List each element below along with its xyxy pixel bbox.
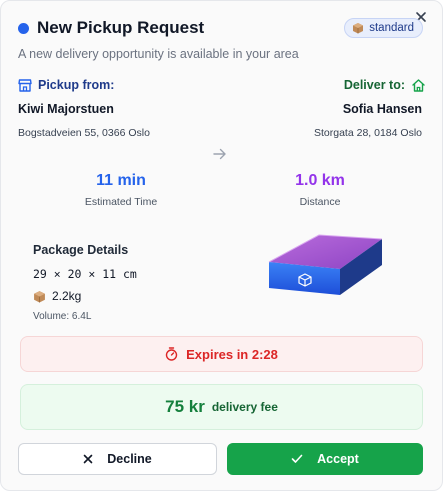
expiry-text: Expires in 2:28 — [186, 346, 278, 362]
distance-value: 1.0 km — [295, 172, 345, 189]
package-volume: Volume: 6.4L — [33, 311, 92, 322]
package-details-title: Package Details — [33, 243, 129, 257]
pickup-label: Pickup from: — [18, 78, 114, 92]
package-icon — [353, 23, 364, 34]
delivery-fee: 75 kr delivery fee — [20, 384, 423, 430]
package-icon — [34, 290, 45, 302]
route-labels: Pickup from: Deliver to: — [18, 78, 425, 94]
box-3d-icon — [268, 234, 383, 295]
pickup-request-card: New Pickup Request standard A new delive… — [0, 0, 443, 491]
pickup-name: Kiwi Majorstuen — [18, 102, 114, 116]
store-icon — [18, 78, 32, 92]
package-dimensions: 29 × 20 × 11 cm — [33, 267, 137, 281]
delivery-type-badge: standard — [344, 18, 423, 38]
badge-label: standard — [369, 22, 414, 34]
fee-label: delivery fee — [211, 400, 278, 414]
x-icon — [83, 454, 93, 464]
package-weight: 2.2kg — [33, 289, 137, 303]
deliver-label: Deliver to: — [344, 78, 425, 92]
home-icon — [412, 78, 425, 92]
accept-label: Accept — [317, 452, 359, 466]
arrow-right-icon — [213, 148, 226, 160]
check-icon — [291, 454, 303, 463]
pickup-label-text: Pickup from: — [38, 78, 115, 92]
expiry-timer: Expires in 2:28 — [20, 336, 423, 372]
delivery-name: Sofia Hansen — [342, 102, 422, 116]
timer-icon — [165, 347, 178, 361]
fee-amount: 75 kr — [165, 397, 205, 416]
estimated-time-metric: 11 min Estimated Time — [41, 172, 201, 208]
card-title: New Pickup Request — [37, 18, 205, 37]
decline-button[interactable]: Decline — [18, 443, 217, 475]
estimated-time-caption: Estimated Time — [84, 196, 158, 208]
estimated-time-value: 11 min — [96, 172, 146, 189]
decline-label: Decline — [107, 452, 152, 466]
package-weight-text: 2.2kg — [52, 289, 82, 303]
deliver-label-text: Deliver to: — [343, 78, 405, 92]
distance-metric: 1.0 km Distance — [240, 172, 400, 208]
card-header: New Pickup Request — [18, 18, 204, 38]
pickup-address: Bogstadveien 55, 0366 Oslo — [18, 127, 150, 139]
status-dot-icon — [18, 22, 29, 34]
delivery-address: Storgata 28, 0184 Oslo — [314, 127, 422, 139]
distance-caption: Distance — [299, 196, 341, 208]
card-subtitle: A new delivery opportunity is available … — [18, 47, 299, 61]
package-details: Package Details 29 × 20 × 11 cm 2.2kg Vo… — [33, 243, 137, 322]
accept-button[interactable]: Accept — [227, 443, 423, 475]
